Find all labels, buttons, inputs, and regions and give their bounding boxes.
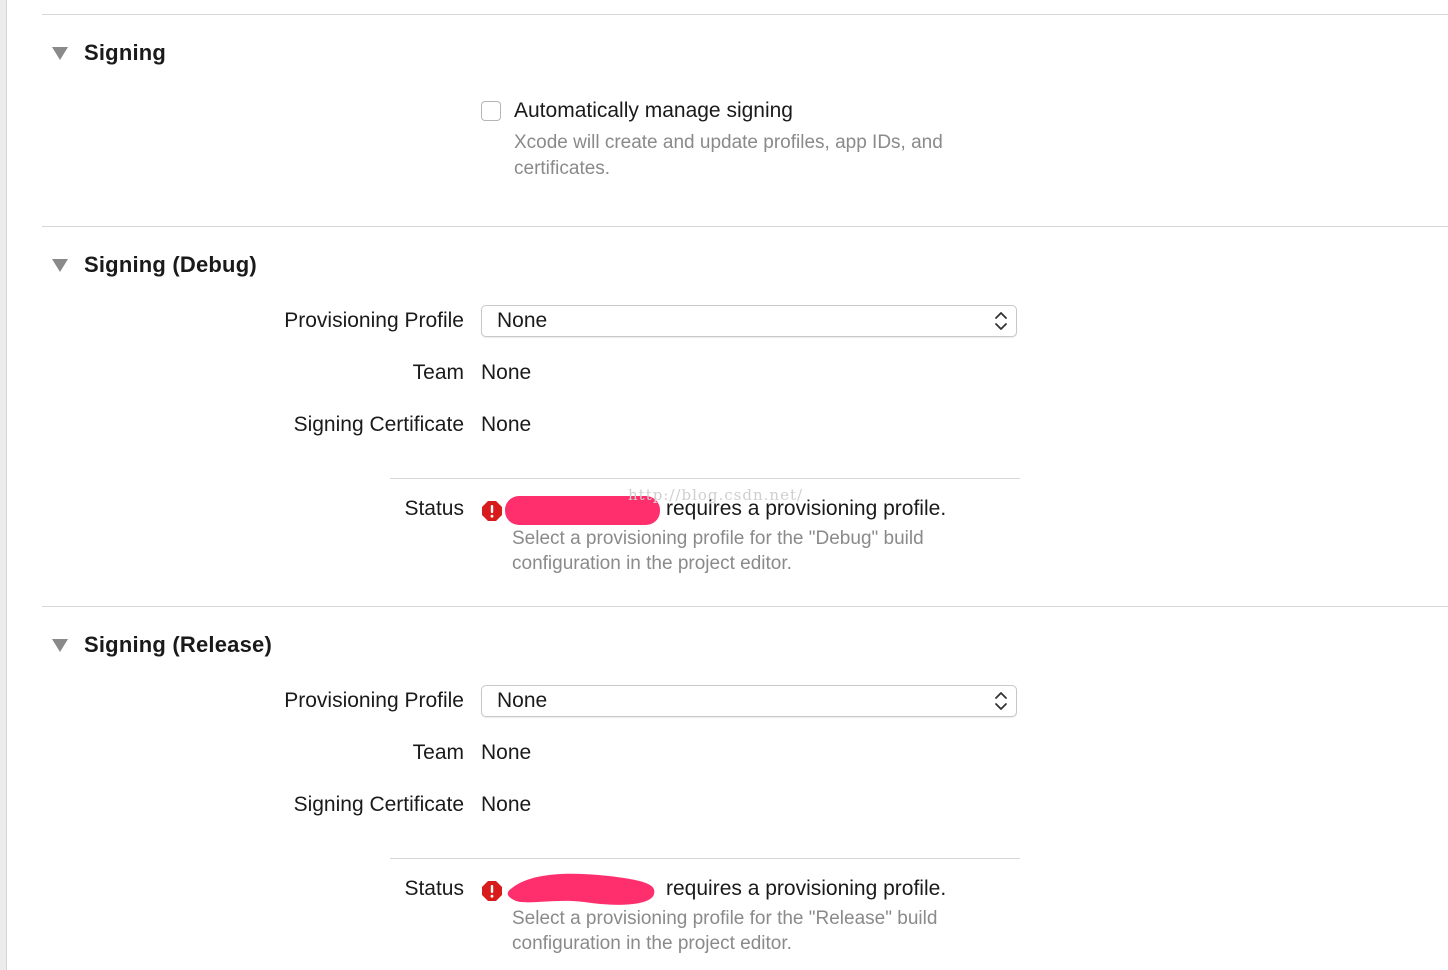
- section-title: Signing (Release): [84, 632, 272, 657]
- provisioning-profile-label: Provisioning Profile: [284, 689, 464, 712]
- signing-certificate-label: Signing Certificate: [293, 413, 464, 436]
- section-header-signing-debug[interactable]: Signing (Debug): [52, 252, 257, 278]
- signing-certificate-label: Signing Certificate: [293, 793, 464, 816]
- status-divider: [390, 478, 1020, 479]
- error-icon: [482, 881, 502, 901]
- up-down-arrows-icon: [995, 692, 1007, 710]
- team-value: None: [481, 741, 532, 764]
- team-value: None: [481, 361, 532, 384]
- provisioning-profile-popup[interactable]: None: [481, 685, 1017, 717]
- section-header-signing-release[interactable]: Signing (Release): [52, 632, 272, 658]
- status-label: Status: [404, 877, 464, 900]
- disclosure-triangle-icon[interactable]: [52, 638, 68, 652]
- status-message: requires a provisioning profile.: [666, 877, 947, 900]
- auto-manage-help-line1: Xcode will create and update profiles, a…: [514, 132, 943, 153]
- section-divider: [42, 606, 1448, 607]
- provisioning-profile-label: Provisioning Profile: [284, 309, 464, 332]
- section-title: Signing (Debug): [84, 252, 257, 277]
- auto-manage-help-line2: certificates.: [514, 158, 611, 179]
- popup-selected-value: None: [497, 689, 548, 712]
- status-label: Status: [404, 497, 464, 520]
- signing-settings-page: Signing Automatically manage signing Xco…: [0, 0, 1448, 970]
- status-help-line2: configuration in the project editor.: [512, 933, 792, 954]
- status-help-line2: configuration in the project editor.: [512, 553, 792, 574]
- error-icon: [482, 501, 502, 521]
- left-rail: [0, 0, 7, 970]
- disclosure-triangle-icon[interactable]: [52, 46, 68, 60]
- team-label: Team: [412, 741, 464, 764]
- top-divider: [42, 14, 1448, 15]
- signing-certificate-value: None: [481, 793, 532, 816]
- section-divider: [42, 226, 1448, 227]
- provisioning-profile-popup[interactable]: None: [481, 305, 1017, 337]
- status-help-line1: Select a provisioning profile for the "R…: [512, 908, 938, 929]
- status-help-line1: Select a provisioning profile for the "D…: [512, 528, 924, 549]
- auto-manage-signing-checkbox[interactable]: [481, 101, 501, 121]
- section-header-signing[interactable]: Signing: [52, 40, 166, 66]
- status-divider: [390, 858, 1020, 859]
- signing-certificate-value: None: [481, 413, 532, 436]
- team-label: Team: [412, 361, 464, 384]
- auto-manage-signing-label[interactable]: Automatically manage signing: [514, 99, 793, 123]
- popup-selected-value: None: [497, 309, 548, 332]
- section-title: Signing: [84, 40, 167, 65]
- up-down-arrows-icon: [995, 312, 1007, 330]
- disclosure-triangle-icon[interactable]: [52, 258, 68, 272]
- status-message: requires a provisioning profile.: [666, 497, 947, 520]
